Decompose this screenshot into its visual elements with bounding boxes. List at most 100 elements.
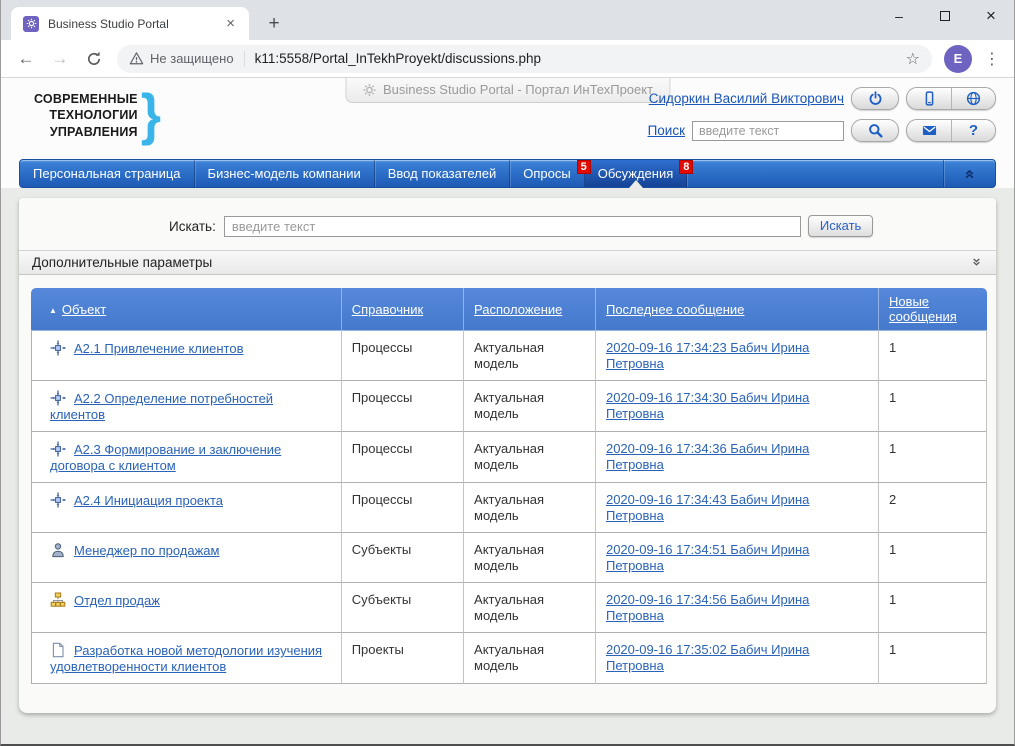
discussions-table: ▲ОбъектСправочникРасположениеПоследнее с… bbox=[31, 288, 987, 684]
table-row: Отдел продаж Субъекты Актуальная модель … bbox=[31, 583, 987, 633]
back-button[interactable]: ← bbox=[12, 45, 40, 73]
last-message-link[interactable]: 2020-09-16 17:35:02 Бабич Ирина Петровна bbox=[606, 642, 809, 673]
object-cell: А2.1 Привлечение клиентов bbox=[31, 330, 342, 381]
tab-close-icon[interactable]: × bbox=[222, 15, 239, 32]
nav-items: Персональная страница Бизнес-модель компа… bbox=[20, 160, 687, 187]
object-link[interactable]: А2.3 Формирование и заключение договора … bbox=[50, 442, 281, 473]
logo-brace: } bbox=[141, 92, 161, 140]
logo-text: СОВРЕМЕННЫЕТЕХНОЛОГИИУПРАВЛЕНИЯ bbox=[34, 91, 138, 140]
new-messages-cell: 2 bbox=[879, 483, 987, 533]
browser-menu-icon[interactable]: ⋮ bbox=[978, 49, 1006, 69]
nav-item-label: Ввод показателей bbox=[388, 166, 497, 181]
browser-tab[interactable]: Business Studio Portal × bbox=[11, 7, 249, 40]
last-message-cell: 2020-09-16 17:34:30 Бабич Ирина Петровна bbox=[596, 381, 879, 432]
omnibox-divider bbox=[244, 51, 245, 67]
messages-button[interactable] bbox=[907, 120, 951, 141]
location-cell: Актуальная модель bbox=[464, 432, 596, 483]
help-button[interactable]: ? bbox=[951, 120, 995, 141]
minimize-button[interactable]: – bbox=[876, 0, 922, 32]
company-logo: СОВРЕМЕННЫЕТЕХНОЛОГИИУПРАВЛЕНИЯ } bbox=[34, 91, 161, 140]
nav-item[interactable]: Опросы5 bbox=[510, 160, 584, 187]
search-link[interactable]: Поиск bbox=[648, 123, 685, 138]
object-cell: А2.4 Инициация проекта bbox=[31, 483, 342, 533]
column-header-link[interactable]: Новые сообщения bbox=[889, 294, 957, 324]
column-header-link[interactable]: Последнее сообщение bbox=[606, 302, 744, 317]
phone-icon bbox=[922, 91, 937, 106]
last-message-link[interactable]: 2020-09-16 17:34:56 Бабич Ирина Петровна bbox=[606, 592, 809, 623]
bookmark-star-icon[interactable]: ☆ bbox=[904, 49, 922, 69]
object-link[interactable]: А2.1 Привлечение клиентов bbox=[74, 341, 244, 356]
security-chip[interactable]: Не защищено bbox=[129, 51, 234, 66]
chevron-double-up-icon bbox=[962, 166, 977, 181]
user-name-link[interactable]: Сидоркин Василий Викторович bbox=[649, 91, 844, 106]
close-button[interactable]: × bbox=[968, 0, 1014, 32]
gear-icon bbox=[362, 83, 376, 97]
favicon-icon bbox=[23, 16, 39, 32]
params-expand-button[interactable] bbox=[970, 256, 983, 269]
portal-title-badge: Business Studio Portal - Портал ИнТехПро… bbox=[345, 78, 670, 103]
last-message-link[interactable]: 2020-09-16 17:34:36 Бабич Ирина Петровна bbox=[606, 441, 809, 472]
location-cell: Актуальная модель bbox=[464, 330, 596, 381]
mobile-version-button[interactable] bbox=[907, 88, 951, 109]
new-messages-cell: 1 bbox=[879, 533, 987, 583]
object-link[interactable]: А2.2 Определение потребностей клиентов bbox=[50, 391, 273, 422]
reload-button[interactable] bbox=[80, 45, 108, 73]
browser-toolbar: ← → Не защищено k11:5558/Portal_InTekhPr… bbox=[1, 40, 1014, 78]
column-header-link[interactable]: Справочник bbox=[352, 302, 424, 317]
object-link[interactable]: Менеджер по продажам bbox=[74, 543, 219, 558]
nav-item[interactable]: Персональная страница bbox=[20, 160, 195, 187]
i-person bbox=[50, 542, 66, 558]
chevron-double-down-icon bbox=[970, 256, 983, 269]
directory-cell: Субъекты bbox=[342, 533, 464, 583]
column-header-link[interactable]: Объект bbox=[62, 302, 106, 317]
column-header-link[interactable]: Расположение bbox=[474, 302, 562, 317]
location-cell: Актуальная модель bbox=[464, 633, 596, 684]
nav-collapse-button[interactable] bbox=[943, 160, 995, 187]
last-message-cell: 2020-09-16 17:34:51 Бабич Ирина Петровна bbox=[596, 533, 879, 583]
last-message-link[interactable]: 2020-09-16 17:34:30 Бабич Ирина Петровна bbox=[606, 390, 809, 421]
search-submit-button[interactable]: Искать bbox=[808, 215, 874, 237]
nav-item-label: Бизнес-модель компании bbox=[208, 166, 361, 181]
tab-title: Business Studio Portal bbox=[48, 17, 222, 31]
i-process bbox=[50, 340, 66, 356]
nav-item[interactable]: Ввод показателей bbox=[375, 160, 511, 187]
i-process bbox=[50, 492, 66, 508]
url-text[interactable]: k11:5558/Portal_InTekhProyekt/discussion… bbox=[255, 51, 904, 66]
last-message-link[interactable]: 2020-09-16 17:34:43 Бабич Ирина Петровна bbox=[606, 492, 809, 523]
object-link[interactable]: Разработка новой методологии изучения уд… bbox=[50, 643, 322, 674]
nav-item[interactable]: Обсуждения8 bbox=[585, 160, 688, 187]
last-message-link[interactable]: 2020-09-16 17:34:23 Бабич Ирина Петровна bbox=[606, 340, 809, 371]
additional-params-bar[interactable]: Дополнительные параметры bbox=[19, 250, 996, 275]
profile-avatar[interactable]: E bbox=[944, 45, 972, 73]
power-icon bbox=[868, 91, 883, 106]
object-cell: А2.3 Формирование и заключение договора … bbox=[31, 432, 342, 483]
object-link[interactable]: А2.4 Инициация проекта bbox=[74, 493, 223, 508]
new-messages-cell: 1 bbox=[879, 381, 987, 432]
magnifier-icon bbox=[868, 123, 883, 138]
table-row: А2.1 Привлечение клиентов Процессы Актуа… bbox=[31, 330, 987, 381]
header-search-button[interactable] bbox=[851, 119, 899, 142]
discussion-search-row: Искать: Искать bbox=[169, 215, 996, 237]
table-header-row: ▲ОбъектСправочникРасположениеПоследнее с… bbox=[31, 288, 987, 330]
device-buttons bbox=[906, 87, 996, 110]
location-cell: Актуальная модель bbox=[464, 381, 596, 432]
last-message-cell: 2020-09-16 17:34:23 Бабич Ирина Петровна bbox=[596, 330, 879, 381]
logout-button[interactable] bbox=[851, 87, 899, 110]
address-bar[interactable]: Не защищено k11:5558/Portal_InTekhProyek… bbox=[117, 45, 932, 73]
last-message-link[interactable]: 2020-09-16 17:34:51 Бабич Ирина Петровна bbox=[606, 542, 809, 573]
nav-item-label: Опросы bbox=[523, 166, 570, 181]
location-cell: Актуальная модель bbox=[464, 583, 596, 633]
portal-title: Business Studio Portal - Портал ИнТехПро… bbox=[383, 82, 653, 97]
new-tab-button[interactable]: + bbox=[261, 11, 287, 37]
object-link[interactable]: Отдел продаж bbox=[74, 593, 160, 608]
maximize-button[interactable] bbox=[922, 0, 968, 32]
search-label: Искать: bbox=[169, 219, 216, 234]
header-search-input[interactable] bbox=[692, 121, 844, 141]
discussion-search-input[interactable] bbox=[224, 216, 801, 237]
language-button[interactable] bbox=[951, 88, 995, 109]
nav-item[interactable]: Бизнес-модель компании bbox=[195, 160, 375, 187]
i-document bbox=[50, 642, 66, 658]
browser-window: Business Studio Portal × + – × ← → Не за… bbox=[0, 0, 1015, 746]
additional-params-label: Дополнительные параметры bbox=[32, 255, 212, 270]
maximize-icon bbox=[940, 11, 950, 21]
